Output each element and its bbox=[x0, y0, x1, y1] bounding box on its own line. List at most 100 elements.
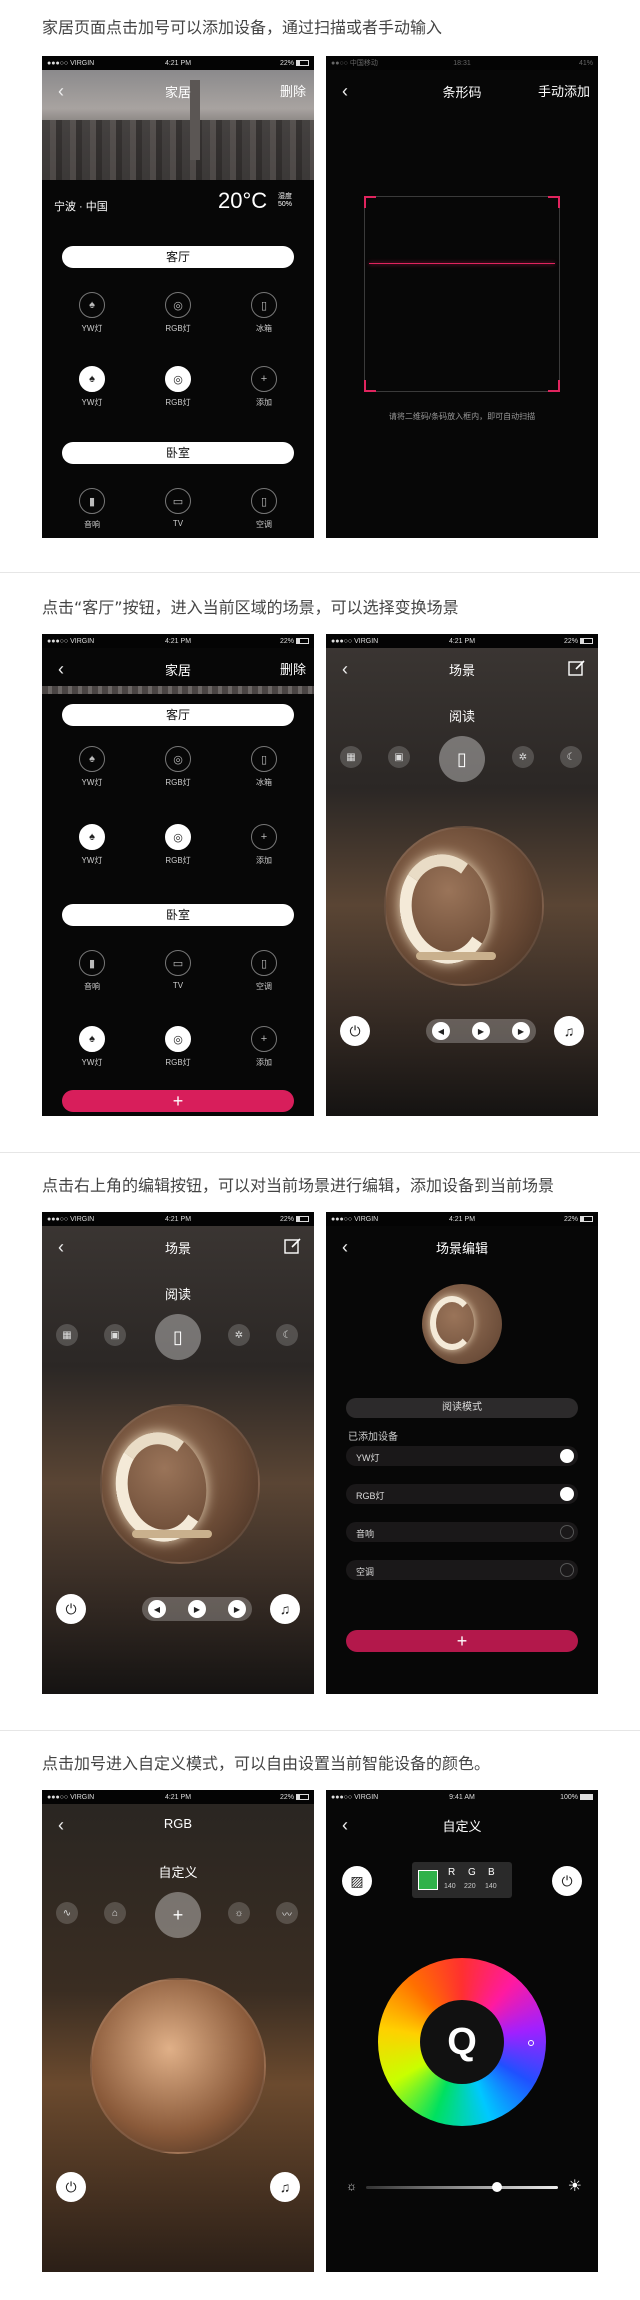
add-button[interactable]: + bbox=[346, 1630, 578, 1652]
pulse-mode-icon[interactable]: ∿ bbox=[56, 1902, 78, 1924]
bulb-icon: ◎ bbox=[165, 824, 191, 850]
back-button[interactable]: ‹ bbox=[50, 1814, 72, 1836]
back-button[interactable]: ‹ bbox=[334, 1814, 356, 1836]
battery-icon bbox=[580, 637, 593, 644]
moon-lamp-icon bbox=[430, 1296, 474, 1350]
room-button-bedroom[interactable]: 卧室 bbox=[62, 442, 294, 464]
reading-mode-icon[interactable]: ▯ bbox=[155, 1314, 201, 1360]
device-fridge[interactable]: ▯ 冰箱 bbox=[234, 292, 294, 334]
divider bbox=[0, 1152, 640, 1153]
scene-mode-pill[interactable]: 阅读模式 bbox=[346, 1398, 578, 1418]
r-value: 140 bbox=[444, 1883, 456, 1890]
back-button[interactable]: ‹ bbox=[50, 1236, 72, 1258]
add-device-button[interactable]: + 添加 bbox=[234, 1026, 294, 1068]
device-tv[interactable]: ▭ TV bbox=[148, 950, 208, 990]
device-yw[interactable]: ♠ YW灯 bbox=[62, 366, 122, 408]
power-icon[interactable]: ⏻ bbox=[340, 1016, 370, 1046]
device-yw[interactable]: ♠ YW灯 bbox=[62, 1026, 122, 1068]
camera-mode-icon[interactable]: ▣ bbox=[104, 1324, 126, 1346]
toggle[interactable] bbox=[560, 1563, 574, 1577]
music-icon[interactable]: ♫ bbox=[270, 1594, 300, 1624]
page-title: 场景 bbox=[448, 663, 475, 678]
theater-mode-icon[interactable]: ▦ bbox=[56, 1324, 78, 1346]
previous-icon[interactable]: ◀ bbox=[432, 1022, 450, 1040]
color-wheel[interactable]: Q bbox=[378, 1958, 546, 2126]
image-picker-icon[interactable]: ▨ bbox=[342, 1866, 372, 1896]
plus-icon: + bbox=[251, 366, 277, 392]
back-button[interactable]: ‹ bbox=[334, 658, 356, 680]
toggle[interactable] bbox=[560, 1449, 574, 1463]
device-row[interactable]: YW灯 bbox=[346, 1446, 578, 1466]
back-button[interactable]: ‹ bbox=[334, 80, 356, 102]
custom-add-icon[interactable]: + bbox=[155, 1892, 201, 1938]
brightness-knob[interactable] bbox=[491, 2182, 502, 2192]
power-icon[interactable]: ⏻ bbox=[552, 1866, 582, 1896]
night-mode-icon[interactable]: ☾ bbox=[560, 746, 582, 768]
device-tv[interactable]: ▭ TV bbox=[148, 488, 208, 528]
delete-button[interactable]: 删除 bbox=[280, 81, 306, 100]
device-row[interactable]: 空调 bbox=[346, 1560, 578, 1580]
back-button[interactable]: ‹ bbox=[50, 658, 72, 680]
room-button-living[interactable]: 客厅 bbox=[62, 704, 294, 726]
device-rgb[interactable]: ◎ RGB灯 bbox=[148, 1026, 208, 1068]
back-button[interactable]: ‹ bbox=[50, 80, 72, 102]
nav-bar: ‹ 场景 bbox=[326, 648, 598, 688]
edit-icon[interactable] bbox=[568, 659, 586, 677]
next-icon[interactable]: ▶ bbox=[228, 1600, 246, 1618]
device-rgb[interactable]: ◎ RGB灯 bbox=[148, 824, 208, 866]
toggle[interactable] bbox=[560, 1525, 574, 1539]
color-picker-handle[interactable] bbox=[528, 2040, 534, 2046]
mode-selector: ▦ ▣ ▯ ✲ ☾ bbox=[42, 1314, 314, 1360]
status-bar: ●●●○○ VIRGIN 4:21 PM 22% bbox=[42, 1212, 314, 1226]
add-device-button[interactable]: + 添加 bbox=[234, 824, 294, 866]
device-ac[interactable]: ▯ 空调 bbox=[234, 950, 294, 992]
device-yw[interactable]: ♠ YW灯 bbox=[62, 824, 122, 866]
play-icon[interactable]: ▶ bbox=[472, 1022, 490, 1040]
page-title: RGB bbox=[163, 1816, 193, 1831]
device-ac[interactable]: ▯ 空调 bbox=[234, 488, 294, 530]
music-icon[interactable]: ♫ bbox=[270, 2172, 300, 2202]
device-yw[interactable]: ♠ YW灯 bbox=[62, 746, 122, 788]
device-fridge[interactable]: ▯ 冰箱 bbox=[234, 746, 294, 788]
delete-button[interactable]: 删除 bbox=[280, 659, 306, 678]
sofa-mode-icon[interactable]: ⌂ bbox=[104, 1902, 126, 1924]
theater-mode-icon[interactable]: ▦ bbox=[340, 746, 362, 768]
caption-2: 点击“客厅”按钮，进入当前区域的场景，可以选择变换场景 bbox=[42, 598, 459, 617]
night-mode-icon[interactable]: ☾ bbox=[276, 1324, 298, 1346]
tv-icon: ▭ bbox=[165, 950, 191, 976]
device-rgb[interactable]: ◎ RGB灯 bbox=[148, 366, 208, 408]
party-mode-icon[interactable]: ✲ bbox=[512, 746, 534, 768]
camera-mode-icon[interactable]: ▣ bbox=[388, 746, 410, 768]
previous-icon[interactable]: ◀ bbox=[148, 1600, 166, 1618]
brightness-slider[interactable] bbox=[366, 2182, 558, 2192]
device-speaker[interactable]: ▮ 音响 bbox=[62, 950, 122, 992]
music-icon[interactable]: ♫ bbox=[554, 1016, 584, 1046]
device-speaker[interactable]: ▮ 音响 bbox=[62, 488, 122, 530]
power-icon[interactable]: ⏻ bbox=[56, 2172, 86, 2202]
scan-corner bbox=[548, 380, 560, 392]
device-row[interactable]: 音响 bbox=[346, 1522, 578, 1542]
edit-icon[interactable] bbox=[284, 1237, 302, 1255]
back-button[interactable]: ‹ bbox=[334, 1236, 356, 1258]
next-icon[interactable]: ▶ bbox=[512, 1022, 530, 1040]
room-button-living[interactable]: 客厅 bbox=[62, 246, 294, 268]
battery-icon bbox=[580, 1215, 593, 1222]
add-device-button[interactable]: + 添加 bbox=[234, 366, 294, 408]
wave-mode-icon[interactable]: 〰 bbox=[276, 1902, 298, 1924]
toggle[interactable] bbox=[560, 1487, 574, 1501]
add-button[interactable]: + bbox=[62, 1090, 294, 1112]
lamp-icon: ♠ bbox=[79, 824, 105, 850]
device-yw[interactable]: ♠ YW灯 bbox=[62, 292, 122, 334]
device-rgb[interactable]: ◎ RGB灯 bbox=[148, 746, 208, 788]
reading-mode-icon[interactable]: ▯ bbox=[439, 736, 485, 782]
sun-mode-icon[interactable]: ☼ bbox=[228, 1902, 250, 1924]
device-rgb[interactable]: ◎ RGB灯 bbox=[148, 292, 208, 334]
manual-add-button[interactable]: 手动添加 bbox=[538, 81, 590, 100]
play-icon[interactable]: ▶ bbox=[188, 1600, 206, 1618]
ac-icon: ▯ bbox=[251, 950, 277, 976]
room-button-bedroom[interactable]: 卧室 bbox=[62, 904, 294, 926]
party-mode-icon[interactable]: ✲ bbox=[228, 1324, 250, 1346]
divider bbox=[0, 1730, 640, 1731]
device-row[interactable]: RGB灯 bbox=[346, 1484, 578, 1504]
power-icon[interactable]: ⏻ bbox=[56, 1594, 86, 1624]
